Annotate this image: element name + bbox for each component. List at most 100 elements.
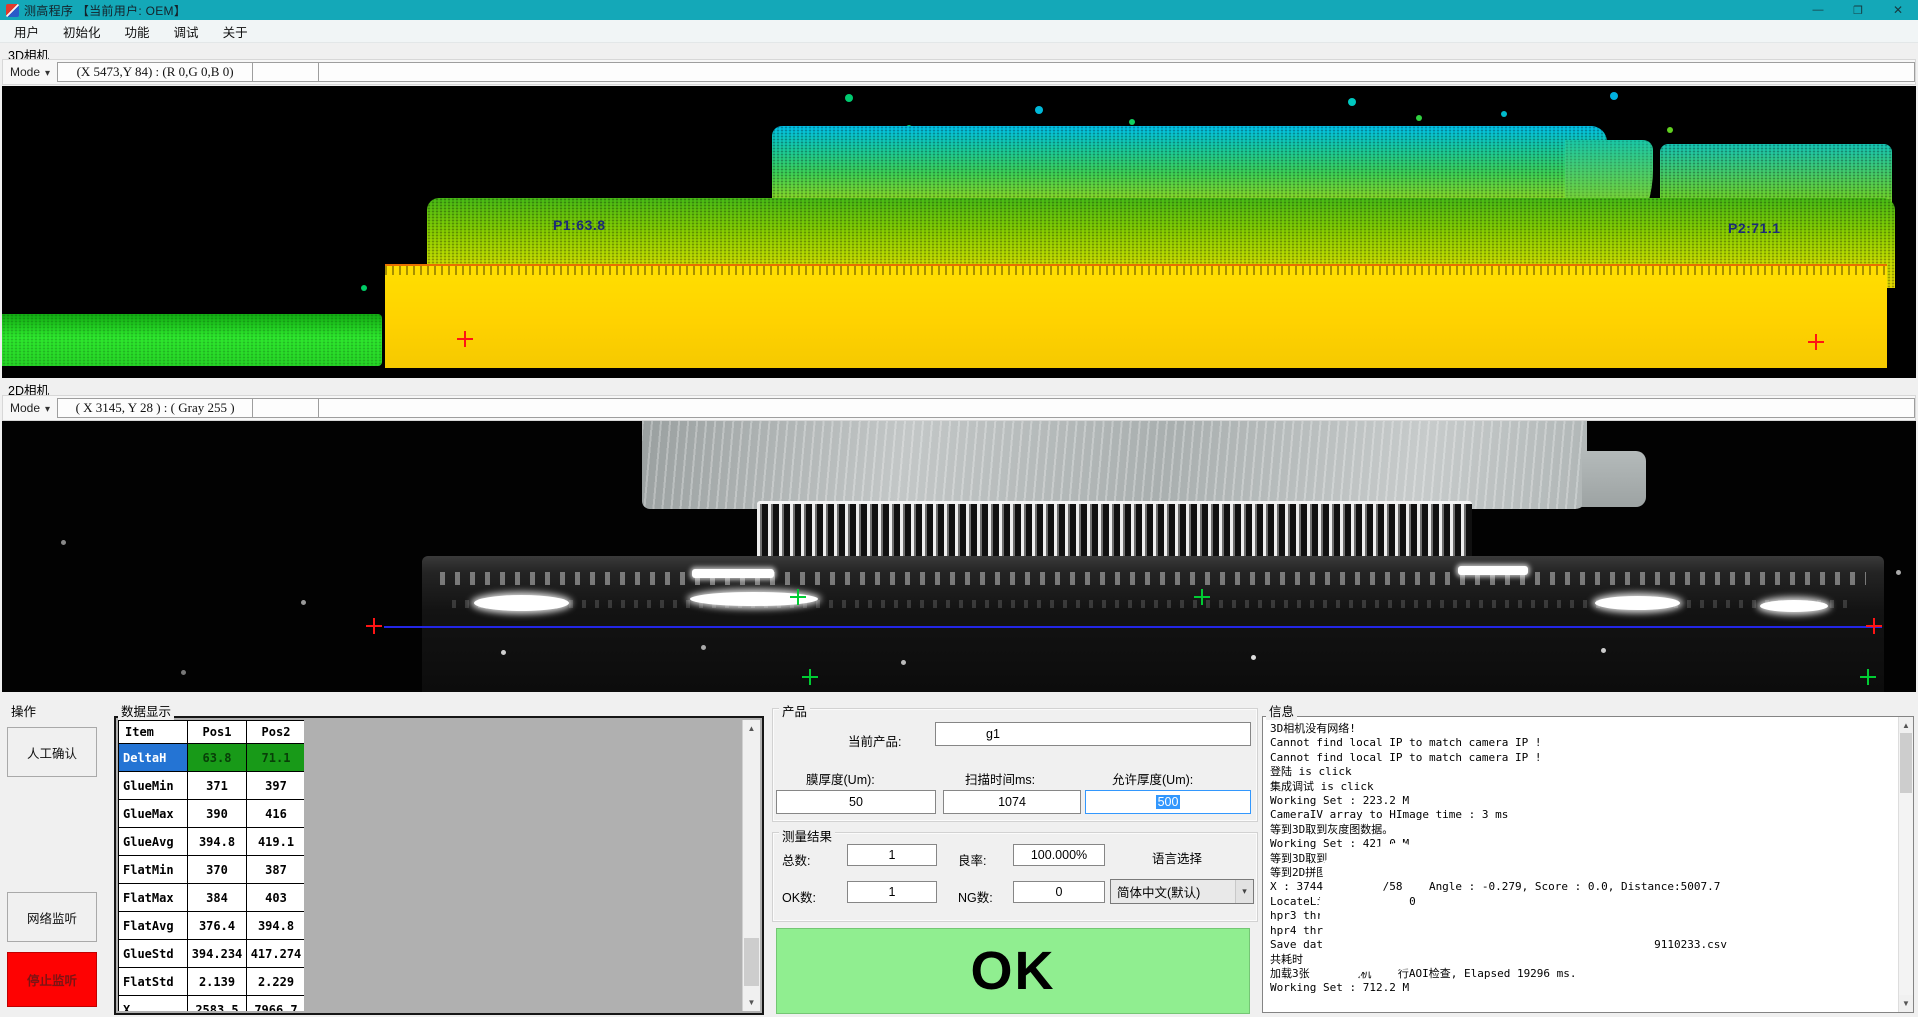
language-select-label: 语言选择 xyxy=(1152,848,1202,867)
redaction-blob xyxy=(1315,964,1361,979)
crosshair-marker-green xyxy=(790,589,806,605)
table-cell: 2.229 xyxy=(247,968,305,996)
camera3d-cursor-status: (X 5473,Y 84) : (R 0,G 0,B 0) xyxy=(57,62,253,82)
table-cell: GlueAvg xyxy=(119,828,188,856)
minimize-button[interactable] xyxy=(1798,0,1838,20)
table-row[interactable]: X2583.57966.7 xyxy=(119,996,305,1012)
ng-count-field[interactable]: 0 xyxy=(1013,881,1105,903)
table-cell: 371 xyxy=(188,772,247,800)
table-cell: 387 xyxy=(247,856,305,884)
table-row[interactable]: FlatStd2.1392.229 xyxy=(119,968,305,996)
pcb-tab xyxy=(1582,451,1646,507)
table-scrollbar[interactable] xyxy=(742,720,760,1011)
table-row[interactable]: GlueMax390416 xyxy=(119,800,305,828)
table-cell: 394.234 xyxy=(188,940,247,968)
menu-item[interactable]: 关于 xyxy=(211,22,260,41)
table-row[interactable]: FlatAvg376.4394.8 xyxy=(119,912,305,940)
language-combobox[interactable]: 简体中文(默认) xyxy=(1110,879,1254,904)
total-label: 总数: xyxy=(782,850,810,869)
table-row[interactable]: FlatMax384403 xyxy=(119,884,305,912)
scroll-up-icon[interactable] xyxy=(1899,717,1913,734)
info-scrollbar[interactable] xyxy=(1898,717,1913,1012)
log-line: 3D相机没有网络! xyxy=(1270,722,1897,736)
table-cell: DeltaH xyxy=(119,744,188,772)
reflection-bar xyxy=(692,569,774,578)
table-row[interactable]: DeltaH63.871.1 xyxy=(119,744,305,772)
table-row[interactable]: GlueStd394.234417.274 xyxy=(119,940,305,968)
table-cell: 2583.5 xyxy=(188,996,247,1012)
scan-time-field[interactable]: 1074 xyxy=(943,790,1081,814)
total-field[interactable]: 1 xyxy=(847,844,937,866)
glue-highlight xyxy=(474,595,569,611)
camera2d-status-cell xyxy=(253,398,319,418)
camera2d-viewport[interactable] xyxy=(2,421,1916,692)
info-label: 信息 xyxy=(1266,701,1297,720)
ok-count-field[interactable]: 1 xyxy=(847,881,937,903)
film-thickness-field[interactable]: 50 xyxy=(776,790,936,814)
scroll-up-icon[interactable] xyxy=(743,720,760,737)
log-line: CameraIV array to HImage time : 3 ms xyxy=(1270,808,1897,822)
table-cell: 390 xyxy=(188,800,247,828)
film-thickness-label: 膜厚度(Um): xyxy=(806,769,875,788)
table-cell: 384 xyxy=(188,884,247,912)
data-table-body: DeltaH63.871.1GlueMin371397GlueMax390416… xyxy=(119,744,305,1012)
table-cell: 403 xyxy=(247,884,305,912)
result-status-banner: OK xyxy=(776,928,1250,1014)
allowed-thickness-label: 允许厚度(Um): xyxy=(1112,769,1193,788)
log-line: 等到3D取到灰度图数据。 xyxy=(1270,823,1897,837)
data-display-panel: ItemPos1Pos2 DeltaH63.871.1GlueMin371397… xyxy=(114,716,764,1015)
table-cell: 370 xyxy=(188,856,247,884)
menu-item[interactable]: 初始化 xyxy=(51,22,113,41)
column-header[interactable]: Pos1 xyxy=(188,721,247,744)
table-row[interactable]: GlueAvg394.8419.1 xyxy=(119,828,305,856)
table-cell: 419.1 xyxy=(247,828,305,856)
scroll-down-icon[interactable] xyxy=(1899,995,1913,1012)
language-value: 简体中文(默认) xyxy=(1117,882,1200,901)
log-line: 登陆 is click xyxy=(1270,765,1897,779)
pcb-board xyxy=(642,421,1587,509)
close-button[interactable] xyxy=(1878,0,1918,20)
column-header[interactable]: Item xyxy=(119,721,188,744)
table-row[interactable]: GlueMin371397 xyxy=(119,772,305,800)
camera3d-status-cell xyxy=(319,62,1915,82)
camera2d-mode-dropdown[interactable]: Mode xyxy=(3,401,57,415)
stop-listen-button[interactable]: 停止监听 xyxy=(7,952,97,1007)
window-controls xyxy=(1798,0,1918,20)
data-table: ItemPos1Pos2 DeltaH63.871.1GlueMin371397… xyxy=(118,720,304,1011)
menu-item[interactable]: 功能 xyxy=(113,22,162,41)
table-cell: 417.274 xyxy=(247,940,305,968)
log-line: Cannot find local IP to match camera IP … xyxy=(1270,751,1897,765)
reflection-bar xyxy=(1458,566,1528,575)
menu-item[interactable]: 用户 xyxy=(2,22,51,41)
log-line: Cannot find local IP to match camera IP … xyxy=(1270,736,1897,750)
chevron-down-icon xyxy=(45,65,50,79)
table-cell: 63.8 xyxy=(188,744,247,772)
info-panel: 3D相机没有网络!Cannot find local IP to match c… xyxy=(1262,716,1914,1013)
camera2d-cursor-status: ( X 3145, Y 28 ) : ( Gray 255 ) xyxy=(57,398,253,418)
crosshair-marker xyxy=(1866,618,1882,634)
maximize-button[interactable] xyxy=(1838,0,1878,20)
manual-confirm-button[interactable]: 人工确认 xyxy=(7,727,97,777)
table-cell: FlatStd xyxy=(119,968,188,996)
column-header[interactable]: Pos2 xyxy=(247,721,305,744)
scrollbar-thumb[interactable] xyxy=(1900,733,1912,793)
table-row[interactable]: FlatMin370387 xyxy=(119,856,305,884)
chevron-down-icon xyxy=(1235,880,1253,903)
glue-highlight xyxy=(1595,596,1680,610)
menu-item[interactable]: 调试 xyxy=(162,22,211,41)
heightmap-yellow-slab xyxy=(385,264,1887,368)
current-product-field[interactable]: g1 xyxy=(935,722,1251,746)
camera3d-mode-dropdown[interactable]: Mode xyxy=(3,65,57,79)
allowed-thickness-field[interactable]: 500 xyxy=(1085,790,1251,814)
scrollbar-thumb[interactable] xyxy=(744,938,759,986)
camera3d-viewport[interactable]: P1:63.8 P2:71.1 xyxy=(2,86,1916,378)
table-cell: GlueMax xyxy=(119,800,188,828)
scroll-down-icon[interactable] xyxy=(743,994,760,1011)
camera3d-status-cell xyxy=(253,62,319,82)
network-listen-button[interactable]: 网络监听 xyxy=(7,892,97,942)
table-cell: 397 xyxy=(247,772,305,800)
table-cell: GlueMin xyxy=(119,772,188,800)
yield-field[interactable]: 100.000% xyxy=(1013,844,1105,866)
crosshair-marker-green xyxy=(802,669,818,685)
base-slab xyxy=(422,556,1884,692)
